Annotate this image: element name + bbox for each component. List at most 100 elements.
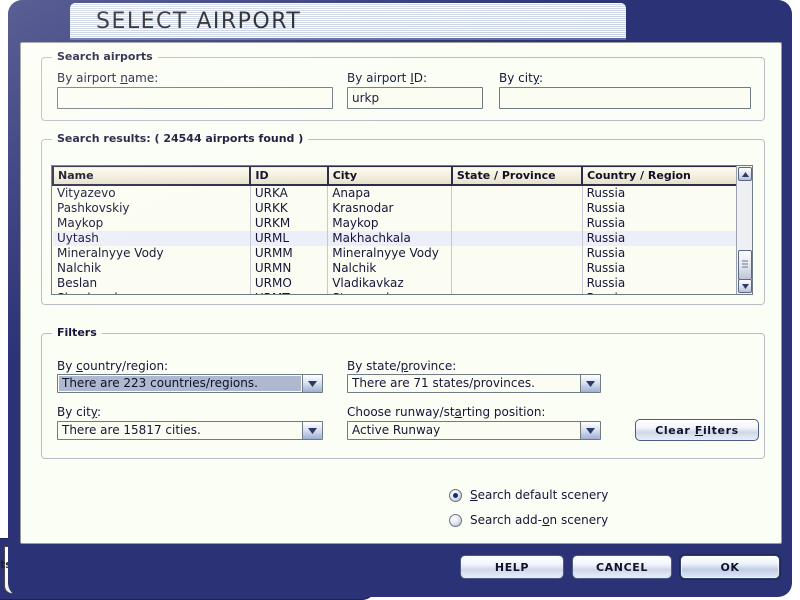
radio-button-icon-addon[interactable] [449,513,462,527]
cell-state [451,185,583,201]
cancel-button[interactable]: CANCEL [572,555,672,579]
cell-city: Krasnodar [327,201,453,216]
select-airport-dialog: SELECT AIRPORT Search airports By airpor… [8,0,792,597]
airport-id-input[interactable] [347,87,483,109]
city-label: By city: [499,71,544,85]
cell-id: URMN [250,261,329,276]
table-row[interactable]: Maykop URKM Maykop Russia [53,216,752,231]
cell-state [451,291,583,294]
filter-state-combo[interactable]: There are 71 states/provinces. [347,374,601,393]
ok-button[interactable]: OK [680,555,780,579]
filter-city-combo[interactable]: There are 15817 cities. [57,421,323,440]
filter-runway-combo[interactable]: Active Runway [347,421,601,440]
filter-state-value: There are 71 states/provinces. [352,376,535,390]
cell-country: Russia [582,291,752,294]
cell-id: URMT [250,291,329,294]
radio-search-default-scenery[interactable]: Search default scenery [449,488,608,502]
cell-city: Makhachkala [327,231,453,246]
cell-city: Mineralnyye Vody [327,246,453,261]
airport-name-input[interactable] [57,87,333,109]
cell-name: Uytash [53,231,251,246]
radio-button-icon-default[interactable] [449,488,462,502]
cell-city: Nalchik [327,261,453,276]
filter-city-label: By city: [57,405,102,419]
filter-runway-value: Active Runway [352,423,441,437]
cell-country: Russia [582,216,752,231]
table-row[interactable]: Uytash URML Makhachkala Russia [53,231,752,246]
cell-city: Maykop [327,216,453,231]
column-header-country[interactable]: Country / Region [582,166,752,186]
cell-name: Beslan [53,276,251,291]
radio-search-addon-scenery[interactable]: Search add-on scenery [449,513,608,527]
table-row[interactable]: Pashkovskiy URKK Krasnodar Russia [53,201,752,216]
cell-id: URMM [250,246,329,261]
cell-name: Vityazevo [53,185,251,201]
table-row[interactable]: Nalchik URMN Nalchik Russia [53,261,752,276]
city-input[interactable] [499,87,751,109]
airport-id-label: By airport ID: [347,71,428,85]
cell-id: URKK [250,201,329,216]
cancel-button-label: CANCEL [596,560,648,574]
dialog-client-area: Search airports By airport name: By airp… [20,42,782,544]
cell-state [451,201,583,216]
cell-country: Russia [582,201,752,216]
column-header-id[interactable]: ID [250,166,329,186]
cell-city: Stavropol [327,291,453,294]
cell-state [451,216,583,231]
results-grid: Name ID City State / Province Country / … [52,166,752,294]
cell-city: Anapa [327,185,453,201]
cell-name: Nalchik [53,261,251,276]
filters-legend: Filters [52,326,102,339]
cell-country: Russia [582,185,752,201]
search-airports-legend: Search airports [52,50,158,63]
cell-state [451,261,583,276]
help-button-label: HELP [494,560,530,574]
dialog-title: SELECT AIRPORT [96,9,302,34]
cell-state [451,246,583,261]
cell-id: URML [250,231,329,246]
filter-runway-label: Choose runway/starting position: [347,405,546,419]
airport-name-label: By airport name: [57,71,159,85]
filter-country-combo[interactable]: There are 223 countries/regions. [57,374,323,393]
cell-country: Russia [582,276,752,291]
scroll-up-icon[interactable] [738,167,752,181]
cell-country: Russia [582,246,752,261]
table-row[interactable]: Beslan URMO Vladikavkaz Russia [53,276,752,291]
help-button[interactable]: HELP [460,555,564,579]
column-header-name[interactable]: Name [52,166,252,186]
cell-name: Maykop [53,216,251,231]
column-header-city[interactable]: City [327,166,453,186]
cell-city: Vladikavkaz [327,276,453,291]
chevron-down-icon[interactable] [580,375,600,392]
results-header-row: Name ID City State / Province Country / … [52,166,752,186]
column-header-state[interactable]: State / Province [451,166,584,186]
filter-city-value: There are 15817 cities. [62,423,201,437]
table-row[interactable]: Vityazevo URKA Anapa Russia [53,185,752,201]
table-row[interactable]: ShpakovskoyeURMTStavropol Russia [53,291,752,294]
results-table[interactable]: Name ID City State / Province Country / … [51,165,753,295]
clear-filters-button[interactable]: Clear Filters [635,419,759,441]
chevron-down-icon[interactable] [302,422,322,439]
search-results-legend: Search results: ( 24544 airports found ) [52,132,309,145]
dialog-footer: HELP CANCEL OK [20,546,780,586]
dialog-titlebar: SELECT AIRPORT [70,3,626,40]
radio-label-default: Search default scenery [470,488,609,502]
ok-button-label: OK [720,560,740,574]
cell-country: Russia [582,231,752,246]
cell-state [451,231,583,246]
filter-country-label: By country/region: [57,359,169,373]
results-scrollbar[interactable] [736,166,752,294]
scroll-down-icon[interactable] [738,279,752,293]
clear-filters-label: Clear Filters [655,423,739,437]
cell-name: Shpakovskoye [53,291,251,294]
cell-country: Russia [582,261,752,276]
filter-state-label: By state/province: [347,359,457,373]
table-row[interactable]: Mineralnyye Vody URMM Mineralnyye Vody Russ… [53,246,752,261]
chevron-down-icon[interactable] [580,422,600,439]
scrollbar-thumb[interactable] [738,250,752,280]
radio-label-addon: Search add-on scenery [470,513,609,527]
chevron-down-icon[interactable] [302,375,322,392]
scrollbar-grip [742,260,748,270]
cell-name: Mineralnyye Vody [53,246,251,261]
cell-state [451,276,583,291]
